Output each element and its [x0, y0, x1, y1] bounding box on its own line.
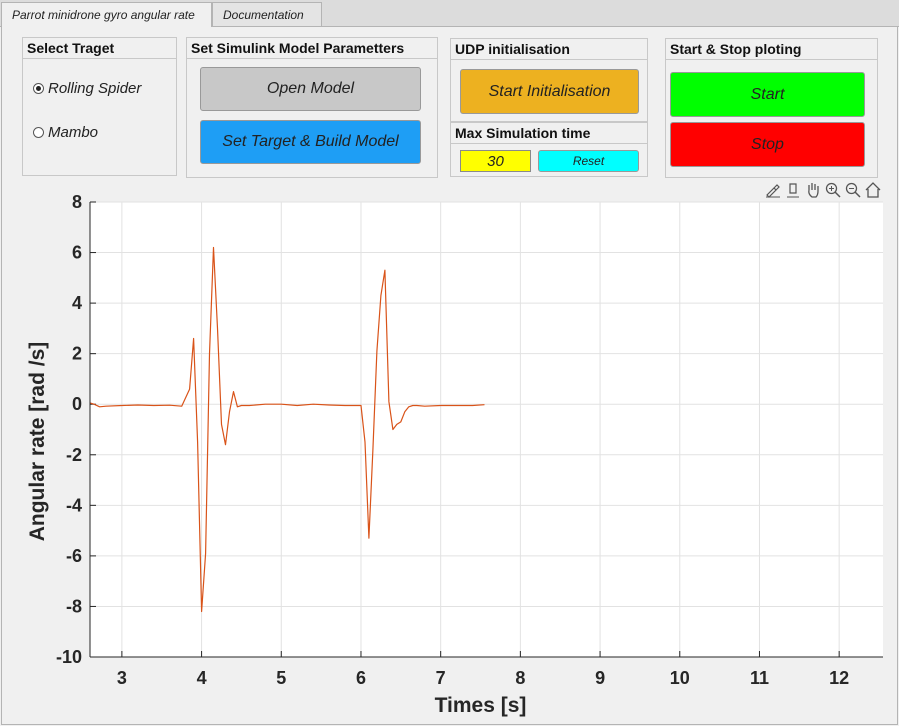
y-tick-label: -4 [66, 495, 82, 515]
x-tick-label: 12 [829, 668, 849, 688]
y-axis-label: Angular rate [rad /s] [26, 342, 49, 542]
x-tick-label: 4 [197, 668, 207, 688]
x-tick-label: 8 [515, 668, 525, 688]
x-tick-label: 10 [670, 668, 690, 688]
y-tick-label: 4 [72, 293, 82, 313]
y-tick-label: 6 [72, 243, 82, 263]
plot-area [90, 202, 883, 657]
angular-rate-chart[interactable]: 3 4 5 6 7 8 9 10 11 1286420-2-4-6-8-10 Times [s] … [0, 0, 899, 726]
x-tick-label: 5 [276, 668, 286, 688]
y-tick-label: 8 [72, 192, 82, 212]
x-tick-label: 11 [750, 668, 769, 688]
y-tick-label: 2 [72, 344, 82, 364]
y-tick-label: -8 [66, 596, 82, 616]
y-tick-label: 0 [72, 394, 82, 414]
x-tick-label: 7 [436, 668, 446, 688]
x-tick-label: 3 [117, 668, 127, 688]
y-tick-label: -2 [66, 445, 82, 465]
x-axis-label: Times [s] [435, 694, 527, 717]
x-tick-label: 9 [595, 668, 605, 688]
y-tick-label: -10 [56, 647, 82, 667]
y-tick-label: -6 [66, 546, 82, 566]
x-tick-label: 6 [356, 668, 366, 688]
